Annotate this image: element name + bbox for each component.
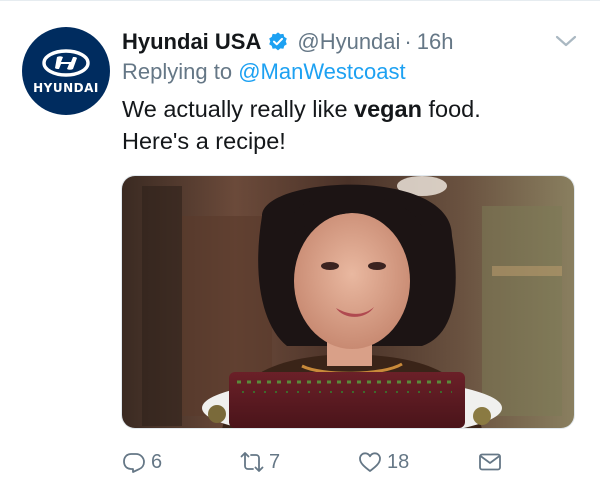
replying-to: Replying to @ManWestcoast [122,59,406,85]
tweet-card[interactable]: HYUNDAI Hyundai USA @Hyundai · 16h Reply… [0,0,600,486]
direct-message-button[interactable] [478,447,502,477]
reply-button[interactable]: 6 [122,447,162,477]
tweet-text-line-1: We actually really like vegan food. [122,93,582,125]
tweet-actions: 6 7 18 [122,447,582,477]
timestamp[interactable]: 16h [417,29,454,55]
retweet-icon [240,452,264,472]
separator-dot: · [404,29,412,54]
avatar-logo-text: HYUNDAI [33,81,99,95]
heart-icon [359,452,381,472]
tweet-media-image[interactable] [121,175,575,429]
replying-to-label: Replying to [122,59,239,84]
like-button[interactable]: 18 [358,447,409,477]
like-count: 18 [387,450,410,473]
retweet-count: 7 [269,450,281,473]
tweet-text-line-2: Here's a recipe! [122,128,286,154]
chevron-down-icon[interactable] [553,31,579,51]
avatar[interactable]: HYUNDAI [22,27,110,115]
tweet-text-bold: vegan [354,96,422,122]
handle[interactable]: @Hyundai [297,29,400,55]
mention-link[interactable]: @ManWestcoast [238,59,405,84]
tweet-text: We actually really like vegan food. Here… [122,93,582,157]
media-photo [122,176,574,428]
display-name[interactable]: Hyundai USA [122,29,261,55]
tweet-header: Hyundai USA @Hyundai · 16h [122,27,453,57]
verified-badge-icon [269,32,288,51]
reply-count: 6 [151,450,163,473]
tweet-text-part: food. [421,96,481,122]
envelope-icon [479,453,501,471]
hyundai-logo-icon [42,49,90,77]
reply-icon [123,453,145,473]
retweet-button[interactable]: 7 [240,447,280,477]
tweet-text-part: We actually really like [122,96,355,122]
